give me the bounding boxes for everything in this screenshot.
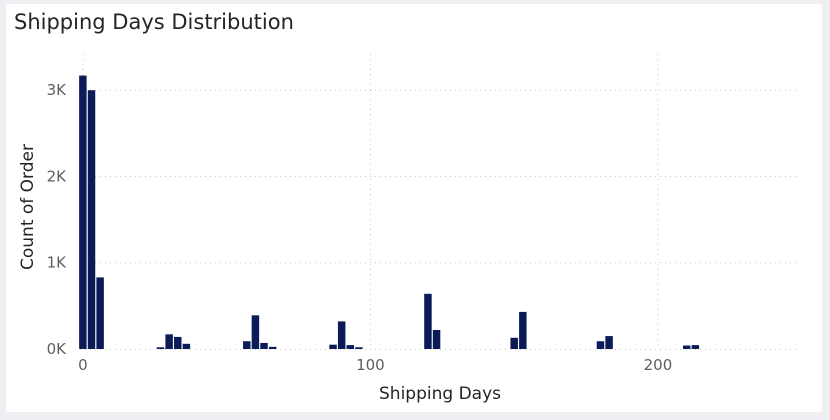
bar[interactable] (96, 277, 104, 349)
bar[interactable] (156, 347, 165, 349)
bar[interactable] (329, 344, 337, 349)
x-tick-label: 100 (356, 356, 385, 374)
bar[interactable] (691, 345, 700, 349)
bar[interactable] (510, 337, 518, 349)
bar[interactable] (346, 345, 355, 349)
bar-chart: 0K 1K 2K 3K 0 100 200 Shipping Days Count of … (18, 54, 796, 404)
bars-group (79, 75, 700, 349)
bar[interactable] (243, 341, 251, 349)
grid-lines (80, 54, 796, 350)
bar[interactable] (251, 315, 260, 349)
bar[interactable] (268, 346, 277, 349)
y-tick-label: 0K (47, 340, 68, 358)
chart-card: Shipping Days Distribution 0K 1K 2K 3K 0 100… (6, 4, 822, 412)
bar[interactable] (87, 90, 96, 349)
bar[interactable] (519, 311, 527, 349)
bar[interactable] (79, 75, 87, 349)
x-tick-label: 200 (644, 356, 673, 374)
y-tick-labels: 0K 1K 2K 3K (47, 81, 68, 358)
x-tick-labels: 0 100 200 (78, 356, 672, 374)
bar[interactable] (355, 347, 363, 349)
bar[interactable] (605, 336, 613, 349)
y-tick-label: 3K (47, 81, 68, 99)
y-tick-label: 1K (47, 254, 68, 272)
bar[interactable] (682, 345, 691, 349)
bar[interactable] (424, 293, 432, 349)
bar[interactable] (165, 334, 173, 349)
bar[interactable] (182, 343, 191, 349)
x-tick-label: 0 (78, 356, 88, 374)
x-axis-title: Shipping Days (379, 384, 501, 404)
bar[interactable] (260, 342, 268, 349)
y-tick-label: 2K (47, 167, 68, 185)
bar[interactable] (337, 321, 346, 349)
y-axis-title: Count of Order (18, 144, 38, 270)
bar[interactable] (432, 330, 441, 349)
bar[interactable] (174, 336, 182, 349)
bar[interactable] (596, 341, 605, 349)
